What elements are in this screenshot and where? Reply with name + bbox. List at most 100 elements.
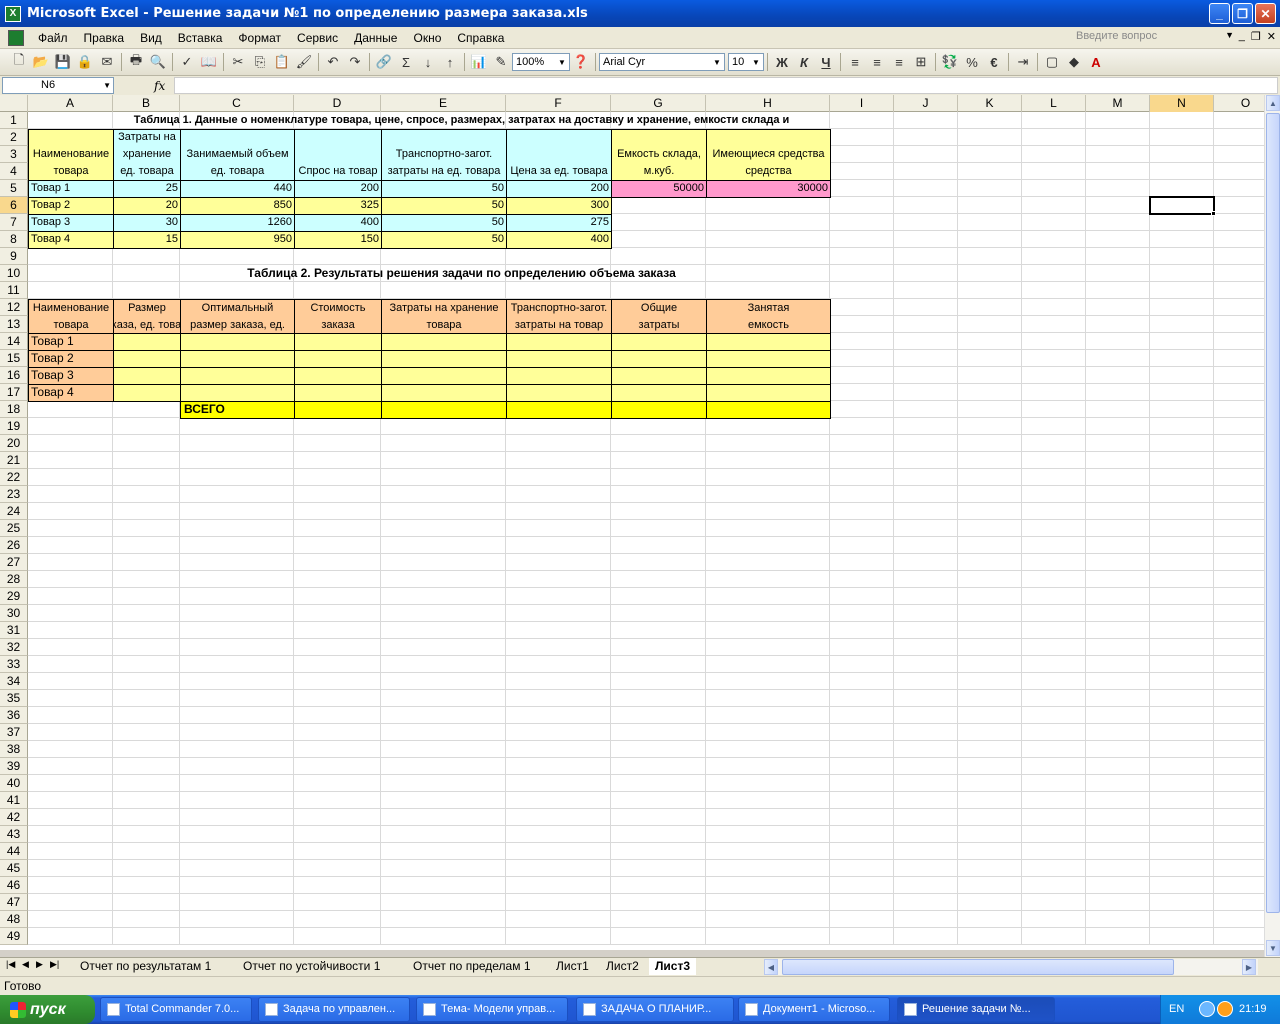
minimize-button[interactable]: _ [1209, 3, 1230, 24]
fill-color-icon[interactable]: ◆ [1063, 51, 1085, 73]
next-sheet-icon[interactable]: ▶ [36, 959, 43, 970]
antivirus-icon[interactable] [1217, 1001, 1233, 1017]
row-header-20[interactable]: 20 [0, 435, 28, 452]
tab-results-report[interactable]: Отчет по результатам 1 [74, 958, 217, 975]
row-header-37[interactable]: 37 [0, 724, 28, 741]
row-header-5[interactable]: 5 [0, 180, 28, 197]
vertical-scrollbar[interactable]: ▲ ▼ [1264, 95, 1280, 957]
merge-center-icon[interactable]: ⊞ [910, 51, 932, 73]
row-header-46[interactable]: 46 [0, 877, 28, 894]
row-header-40[interactable]: 40 [0, 775, 28, 792]
result-cell[interactable] [381, 384, 507, 402]
column-header-J[interactable]: J [894, 95, 958, 112]
row-header-15[interactable]: 15 [0, 350, 28, 367]
row-header-39[interactable]: 39 [0, 758, 28, 775]
scroll-right-icon[interactable]: ▶ [1242, 959, 1256, 975]
row-header-18[interactable]: 18 [0, 401, 28, 418]
align-right-icon[interactable]: ≡ [888, 51, 910, 73]
chevron-down-icon[interactable]: ▼ [103, 78, 111, 93]
row-header-25[interactable]: 25 [0, 520, 28, 537]
menu-view[interactable]: Вид [132, 31, 170, 45]
row-header-4[interactable]: 4 [0, 163, 28, 180]
format-painter-icon[interactable]: 🖌 [293, 51, 315, 73]
menu-insert[interactable]: Вставка [170, 31, 231, 45]
row-header-41[interactable]: 41 [0, 792, 28, 809]
value-cell[interactable]: 200 [506, 180, 612, 198]
row-header-19[interactable]: 19 [0, 418, 28, 435]
open-icon[interactable]: 📂 [30, 51, 52, 73]
value-cell[interactable]: 200 [294, 180, 382, 198]
column-header-L[interactable]: L [1022, 95, 1086, 112]
total-cell[interactable] [381, 401, 507, 419]
row-header-7[interactable]: 7 [0, 214, 28, 231]
result-cell[interactable] [611, 333, 707, 351]
menu-data[interactable]: Данные [346, 31, 405, 45]
column-header-A[interactable]: A [28, 95, 113, 112]
value-cell[interactable]: 440 [180, 180, 295, 198]
autosum-icon[interactable]: Σ [395, 51, 417, 73]
row-header-22[interactable]: 22 [0, 469, 28, 486]
column-header-G[interactable]: G [611, 95, 706, 112]
table2-header[interactable]: Наименование товара [28, 299, 114, 334]
product-name-cell[interactable]: Товар 1 [28, 180, 114, 198]
scroll-left-icon[interactable]: ◀ [764, 959, 778, 975]
tab-sheet1[interactable]: Лист1 [550, 958, 595, 975]
row-header-42[interactable]: 42 [0, 809, 28, 826]
tab-sheet2[interactable]: Лист2 [600, 958, 645, 975]
column-header-F[interactable]: F [506, 95, 611, 112]
order-size-cell[interactable] [113, 350, 181, 368]
table1-header[interactable]: Емкость склада, м.куб. [611, 129, 707, 181]
product-name-cell[interactable]: Товар 3 [28, 367, 114, 385]
row-header-8[interactable]: 8 [0, 231, 28, 248]
table1-header[interactable]: Затраты на хранение ед. товара [113, 129, 181, 181]
row-header-6[interactable]: 6 [0, 197, 28, 214]
result-cell[interactable] [180, 350, 295, 368]
row-header-45[interactable]: 45 [0, 860, 28, 877]
result-cell[interactable] [294, 350, 382, 368]
row-header-32[interactable]: 32 [0, 639, 28, 656]
product-name-cell[interactable]: Товар 3 [28, 214, 114, 232]
chevron-down-icon[interactable]: ▼ [750, 55, 762, 69]
underline-button[interactable]: Ч [815, 51, 837, 73]
table2-title[interactable]: Таблица 2. Результаты решения задачи по … [28, 265, 895, 283]
table2-header[interactable]: Занятая емкость [706, 299, 831, 334]
row-header-38[interactable]: 38 [0, 741, 28, 758]
row-header-1[interactable]: 1 [0, 112, 28, 129]
table1-header[interactable]: Имеющиеся средства средства [706, 129, 831, 181]
product-name-cell[interactable]: Товар 1 [28, 333, 114, 351]
redo-icon[interactable]: ↷ [344, 51, 366, 73]
menu-file[interactable]: Файл [30, 31, 76, 45]
column-header-I[interactable]: I [830, 95, 894, 112]
indent-icon[interactable]: ⇥ [1012, 51, 1034, 73]
column-header-H[interactable]: H [706, 95, 830, 112]
sort-asc-icon[interactable]: ↓ [417, 51, 439, 73]
total-label-cell[interactable]: ВСЕГО [180, 401, 295, 419]
result-cell[interactable] [611, 350, 707, 368]
save-icon[interactable]: 💾 [52, 51, 74, 73]
table2-header[interactable]: Оптимальный размер заказа, ед. [180, 299, 295, 334]
row-header-34[interactable]: 34 [0, 673, 28, 690]
row-header-30[interactable]: 30 [0, 605, 28, 622]
ask-dropdown-icon[interactable]: ▼ [1225, 30, 1234, 40]
row-header-48[interactable]: 48 [0, 911, 28, 928]
value-cell[interactable]: 850 [180, 197, 295, 215]
table2-header[interactable]: Стоимость заказа [294, 299, 382, 334]
row-header-43[interactable]: 43 [0, 826, 28, 843]
tab-limits-report[interactable]: Отчет по пределам 1 [407, 958, 537, 975]
row-header-12[interactable]: 12 [0, 299, 28, 316]
zoom-combo[interactable]: 100% ▼ [512, 53, 570, 71]
row-header-36[interactable]: 36 [0, 707, 28, 724]
task-word-doc-3[interactable]: ЗАДАЧА О ПЛАНИР... [576, 997, 734, 1022]
column-header-O[interactable]: O [1214, 95, 1264, 112]
borders-icon[interactable]: ▢ [1041, 51, 1063, 73]
result-cell[interactable] [706, 333, 831, 351]
vertical-scroll-thumb[interactable] [1266, 113, 1280, 913]
order-size-cell[interactable] [113, 384, 181, 402]
result-cell[interactable] [294, 384, 382, 402]
value-cell[interactable]: 30 [113, 214, 181, 232]
scroll-up-icon[interactable]: ▲ [1266, 95, 1280, 111]
table2-header[interactable]: Затраты на хранение товара [381, 299, 507, 334]
product-name-cell[interactable]: Товар 2 [28, 350, 114, 368]
permission-icon[interactable]: 🔒 [74, 51, 96, 73]
value-cell[interactable]: 950 [180, 231, 295, 249]
